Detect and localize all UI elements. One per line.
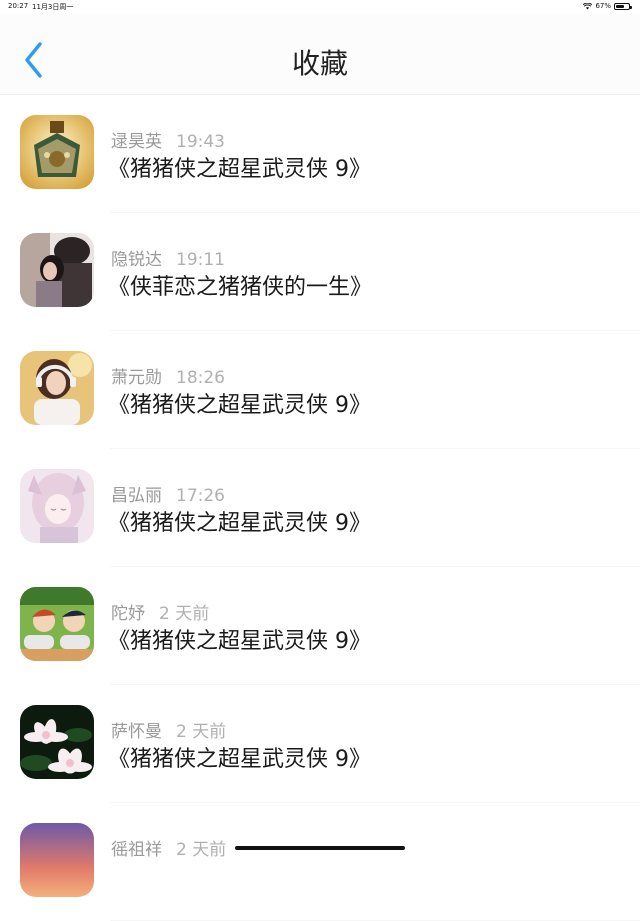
battery-icon [614, 2, 632, 10]
avatar-anime-girl [20, 469, 94, 543]
item-title: 《猪猪侠之超星武灵侠 9》 [108, 157, 371, 182]
item-title: 《猪猪侠之超星武灵侠 9》 [108, 629, 371, 654]
item-meta: 萧元勋 18:26 [111, 363, 225, 388]
avatar-couple-photo [20, 233, 94, 307]
item-meta: 徭祖祥 2 天前 [111, 835, 226, 860]
item-time: 18:26 [176, 368, 225, 388]
item-meta: 昌弘丽 17:26 [111, 481, 225, 506]
home-indicator[interactable] [235, 846, 405, 850]
list-item[interactable]: 萨怀曼 2 天前 《猪猪侠之超星武灵侠 9》 [0, 685, 640, 803]
navigation-bar: 收藏 [0, 14, 640, 95]
status-bar: 20:27 11月3日周一 67% [0, 0, 640, 14]
item-meta: 隐锐达 19:11 [111, 245, 225, 270]
avatar-lotus-flowers [20, 705, 94, 779]
item-name: 隐锐达 [111, 250, 162, 270]
avatar-sunset-sky [20, 823, 94, 897]
item-title: 《猪猪侠之超星武灵侠 9》 [108, 393, 371, 418]
item-title: 《侠菲恋之猪猪侠的一生》 [108, 275, 373, 300]
status-date: 11月3日周一 [32, 3, 74, 11]
item-name: 萧元勋 [111, 368, 162, 388]
item-meta: 萨怀曼 2 天前 [111, 717, 226, 742]
item-name: 逯昊英 [111, 132, 162, 152]
avatar-cartoon-kids [20, 587, 94, 661]
item-time: 17:26 [176, 486, 225, 506]
list-item[interactable]: 徭祖祥 2 天前 [0, 803, 640, 921]
battery-percent: 67% [595, 2, 611, 10]
list-item[interactable]: 萧元勋 18:26 《猪猪侠之超星武灵侠 9》 [0, 331, 640, 449]
favorites-list: 逯昊英 19:43 《猪猪侠之超星武灵侠 9》 隐锐达 19:11 《侠菲恋之猪猪侠… [0, 95, 640, 921]
item-title: 《猪猪侠之超星武灵侠 9》 [108, 511, 371, 536]
list-item[interactable]: 逯昊英 19:43 《猪猪侠之超星武灵侠 9》 [0, 95, 640, 213]
list-item[interactable]: 陀妤 2 天前 《猪猪侠之超星武灵侠 9》 [0, 567, 640, 685]
item-time: 2 天前 [176, 722, 227, 742]
status-right: 67% [583, 2, 632, 10]
page-title: 收藏 [291, 47, 348, 80]
item-time: 2 天前 [176, 840, 227, 860]
item-name: 陀妤 [111, 604, 145, 624]
wifi-icon [583, 2, 593, 9]
item-title: 《猪猪侠之超星武灵侠 9》 [108, 747, 371, 772]
avatar-perfume-bottle [20, 115, 94, 189]
item-meta: 陀妤 2 天前 [111, 599, 209, 624]
status-time: 20:27 [8, 2, 29, 10]
item-name: 昌弘丽 [111, 486, 162, 506]
item-time: 19:11 [176, 250, 225, 270]
item-meta: 逯昊英 19:43 [111, 127, 225, 152]
list-item[interactable]: 隐锐达 19:11 《侠菲恋之猪猪侠的一生》 [0, 213, 640, 331]
item-name: 萨怀曼 [111, 722, 162, 742]
item-time: 19:43 [176, 132, 225, 152]
list-item[interactable]: 昌弘丽 17:26 《猪猪侠之超星武灵侠 9》 [0, 449, 640, 567]
item-name: 徭祖祥 [111, 840, 162, 860]
item-time: 2 天前 [159, 604, 210, 624]
avatar-girl-headphones [20, 351, 94, 425]
